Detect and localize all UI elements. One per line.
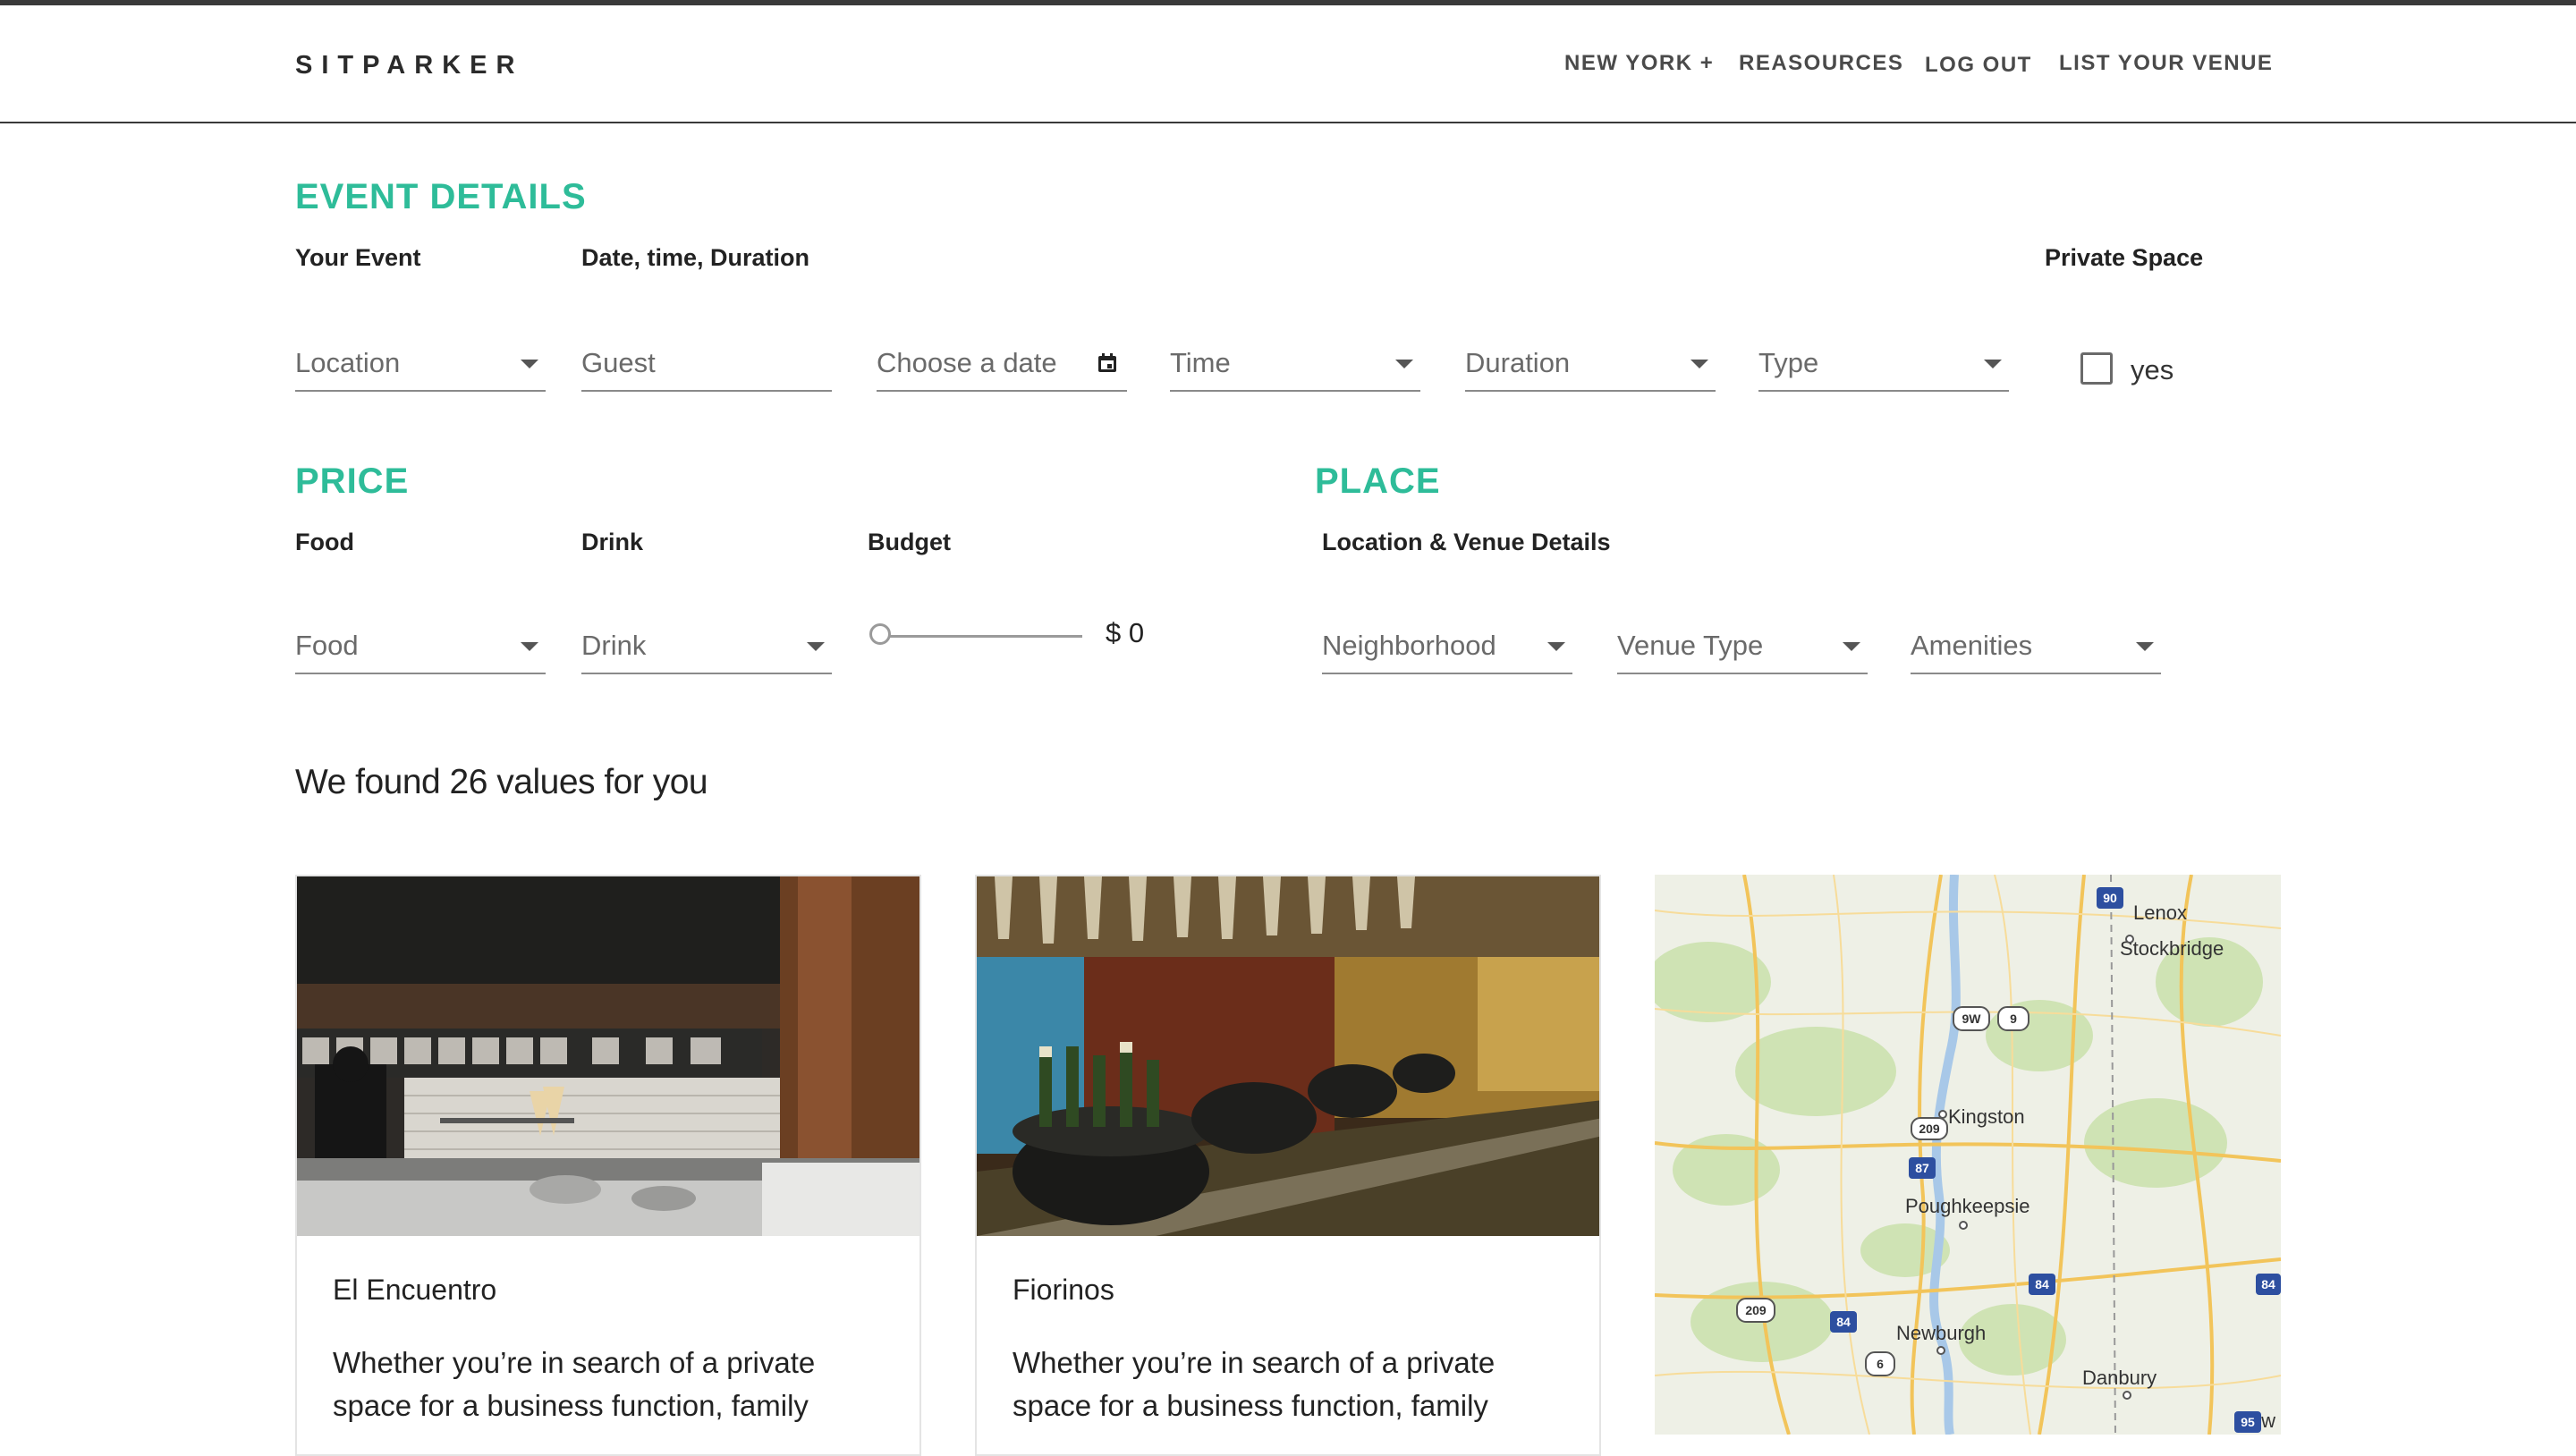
map-label-stockbridge: Stockbridge	[2120, 937, 2224, 960]
venue-description: Whether you’re in search of a private sp…	[1013, 1346, 1496, 1422]
map-label-newburgh: Newburgh	[1896, 1322, 1986, 1344]
venue-photo-cafe[interactable]	[297, 876, 919, 1236]
budget-label: Budget	[868, 529, 951, 555]
venue-map[interactable]: Lenox Stockbridge Kingston Poughkeepsie …	[1655, 875, 2281, 1435]
site-logo[interactable]: SITPARKER	[295, 51, 523, 80]
location-select[interactable]: Location	[295, 342, 546, 392]
private-space-checkbox[interactable]	[2080, 352, 2113, 385]
your-event-label: Your Event	[295, 244, 421, 271]
map-shield-label: 9	[2010, 1012, 2017, 1026]
map-shield-label: 209	[1745, 1303, 1767, 1317]
neighborhood-select[interactable]: Neighborhood	[1322, 624, 1572, 674]
venue-type-select-value: Venue Type	[1617, 630, 1764, 661]
date-time-label: Date, time, Duration	[581, 244, 810, 271]
venue-name[interactable]: Fiorinos	[1013, 1274, 1114, 1307]
map-shield-label: 90	[2103, 891, 2117, 905]
chevron-down-icon	[1984, 360, 2002, 368]
amenities-select[interactable]: Amenities	[1911, 624, 2161, 674]
nav-resources[interactable]: REASOURCES	[1739, 51, 1903, 76]
time-select-value: Time	[1170, 347, 1231, 378]
duration-select[interactable]: Duration	[1465, 342, 1716, 392]
food-select-value: Food	[295, 630, 359, 661]
chevron-down-icon	[1395, 360, 1413, 368]
budget-value: $ 0	[1106, 617, 1145, 648]
map-label-danbury: Danbury	[2082, 1367, 2157, 1389]
map-shield-label: 87	[1915, 1161, 1929, 1175]
type-select[interactable]: Type	[1758, 342, 2009, 392]
time-select[interactable]: Time	[1170, 342, 1420, 392]
nav-list-your-venue[interactable]: LIST YOUR VENUE	[2059, 51, 2273, 76]
venue-description: Whether you’re in search of a private sp…	[333, 1346, 816, 1422]
budget-slider-thumb[interactable]	[869, 623, 891, 645]
date-input-placeholder: Choose a date	[877, 347, 1057, 378]
guest-input-placeholder: Guest	[581, 347, 656, 378]
drink-select[interactable]: Drink	[581, 624, 832, 674]
map-shield-label: 84	[2035, 1277, 2049, 1291]
drink-label: Drink	[581, 529, 644, 555]
date-input[interactable]: Choose a date	[877, 342, 1127, 392]
type-select-value: Type	[1758, 347, 1819, 378]
location-select-value: Location	[295, 347, 401, 378]
chevron-down-icon	[1690, 360, 1708, 368]
place-title: PLACE	[1315, 461, 1441, 501]
map-shield-label: 9W	[1962, 1012, 1982, 1026]
site-header: SITPARKER NEW YORK + REASOURCES LOG OUT …	[0, 5, 2576, 123]
map-label-poughkeepsie: Poughkeepsie	[1905, 1195, 2029, 1217]
map-shield-label: 84	[1836, 1315, 1851, 1329]
venue-type-select[interactable]: Venue Type	[1617, 624, 1868, 674]
nav-new-york[interactable]: NEW YORK +	[1564, 51, 1714, 76]
map-shield-label: 84	[2261, 1277, 2275, 1291]
calendar-icon[interactable]	[1097, 352, 1118, 374]
chevron-down-icon	[2136, 642, 2154, 651]
food-label: Food	[295, 529, 354, 555]
duration-select-value: Duration	[1465, 347, 1571, 378]
nav-log-out[interactable]: LOG OUT	[1925, 53, 2032, 78]
chevron-down-icon	[521, 360, 538, 368]
map-label-kingston: Kingston	[1948, 1105, 2025, 1128]
map-shield-label: 6	[1877, 1357, 1884, 1371]
map-shield-label: 95	[2241, 1415, 2255, 1429]
map-label-lenox: Lenox	[2133, 902, 2187, 924]
drink-select-value: Drink	[581, 630, 647, 661]
results-heading: We found 26 values for you	[295, 763, 708, 801]
venue-photo-bar[interactable]	[977, 876, 1599, 1236]
chevron-down-icon	[521, 642, 538, 651]
chevron-down-icon	[807, 642, 825, 651]
chevron-down-icon	[1547, 642, 1565, 651]
food-select[interactable]: Food	[295, 624, 546, 674]
map-shield-label: 209	[1919, 1122, 1940, 1136]
venue-name[interactable]: El Encuentro	[333, 1274, 496, 1307]
amenities-select-value: Amenities	[1911, 630, 2033, 661]
neighborhood-select-value: Neighborhood	[1322, 630, 1496, 661]
private-space-checkbox-label[interactable]: yes	[2131, 354, 2174, 386]
venue-card[interactable]: Fiorinos Whether you’re in search of a p…	[975, 875, 1601, 1456]
budget-slider-track[interactable]	[882, 635, 1082, 638]
price-title: PRICE	[295, 461, 410, 501]
event-details-title: EVENT DETAILS	[295, 177, 587, 216]
guest-input[interactable]: Guest	[581, 342, 832, 392]
venue-card[interactable]: El Encuentro Whether you’re in search of…	[295, 875, 921, 1456]
venue-details-label: Location & Venue Details	[1322, 529, 1611, 555]
private-space-label: Private Space	[2045, 244, 2204, 271]
chevron-down-icon	[1843, 642, 1860, 651]
